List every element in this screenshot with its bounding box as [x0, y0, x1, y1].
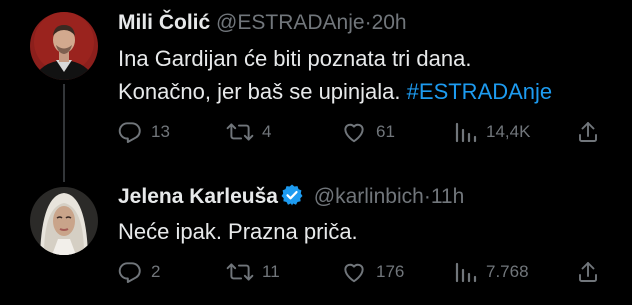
retweet-button[interactable]: 4 — [226, 119, 271, 145]
like-icon — [344, 263, 364, 283]
handle[interactable]: @karlinbich — [314, 185, 424, 208]
share-button[interactable] — [576, 259, 600, 285]
tweet-text-line: Neće ipak. Prazna priča. — [118, 219, 358, 244]
share-icon — [579, 262, 597, 282]
display-name[interactable]: Jelena Karleuša — [118, 185, 278, 208]
avatar-image — [30, 12, 98, 80]
timestamp[interactable]: 20h — [372, 11, 407, 34]
tweet-text-line: Ina Gardijan će biti poznata tri dana. — [118, 46, 472, 71]
reply-count: 2 — [151, 262, 161, 281]
views-button[interactable]: 14,4K — [454, 119, 530, 145]
timestamp[interactable]: 11h — [431, 185, 464, 208]
retweet-button[interactable]: 11 — [226, 259, 280, 285]
view-count: 7.768 — [486, 262, 529, 281]
tweet-text-line: Konačno, jer baš se upinjala. #ESTRADAnj… — [118, 75, 552, 108]
avatar-image — [30, 187, 98, 255]
retweet-icon — [226, 123, 254, 141]
separator: · — [423, 185, 431, 208]
retweet-count: 11 — [262, 262, 280, 281]
tweet-text: Neće ipak. Prazna priča. — [118, 215, 358, 248]
like-button[interactable]: 176 — [340, 259, 404, 285]
reply-button[interactable]: 13 — [117, 119, 170, 145]
tweet-text: Ina Gardijan će biti poznata tri dana. K… — [118, 42, 552, 108]
retweet-icon — [226, 263, 254, 281]
reply-icon — [118, 122, 141, 143]
views-icon — [455, 122, 477, 143]
avatar[interactable] — [30, 12, 98, 80]
like-count: 61 — [376, 122, 395, 141]
reply-button[interactable]: 2 — [117, 259, 160, 285]
views-icon — [455, 262, 477, 283]
verified-badge-icon — [280, 183, 304, 214]
like-button[interactable]: 61 — [340, 119, 395, 145]
reply-count: 13 — [151, 122, 170, 141]
share-icon — [579, 122, 597, 142]
avatar[interactable] — [30, 187, 98, 255]
share-button[interactable] — [576, 119, 600, 145]
reply-icon — [118, 262, 141, 283]
tweet[interactable]: Mili Čolić @ESTRADAnje·20h Ina Gardijan … — [0, 0, 632, 182]
tweet-header: Mili Čolić @ESTRADAnje·20h — [118, 10, 407, 36]
view-count: 14,4K — [486, 122, 531, 141]
display-name[interactable]: Mili Čolić — [118, 11, 210, 34]
like-icon — [344, 123, 364, 143]
tweet-text-segment: Konačno, jer baš se upinjala. — [118, 79, 401, 104]
hashtag-link[interactable]: #ESTRADAnje — [407, 79, 553, 104]
views-button[interactable]: 7.768 — [454, 259, 529, 285]
handle[interactable]: @ESTRADAnje — [216, 11, 365, 34]
separator: · — [364, 11, 372, 34]
tweet[interactable]: Jelena Karleuša @karlinbich·11h Neće ipa… — [0, 165, 632, 305]
tweet-header: Jelena Karleuša @karlinbich·11h — [118, 183, 464, 214]
retweet-count: 4 — [262, 122, 272, 141]
like-count: 176 — [376, 262, 405, 281]
